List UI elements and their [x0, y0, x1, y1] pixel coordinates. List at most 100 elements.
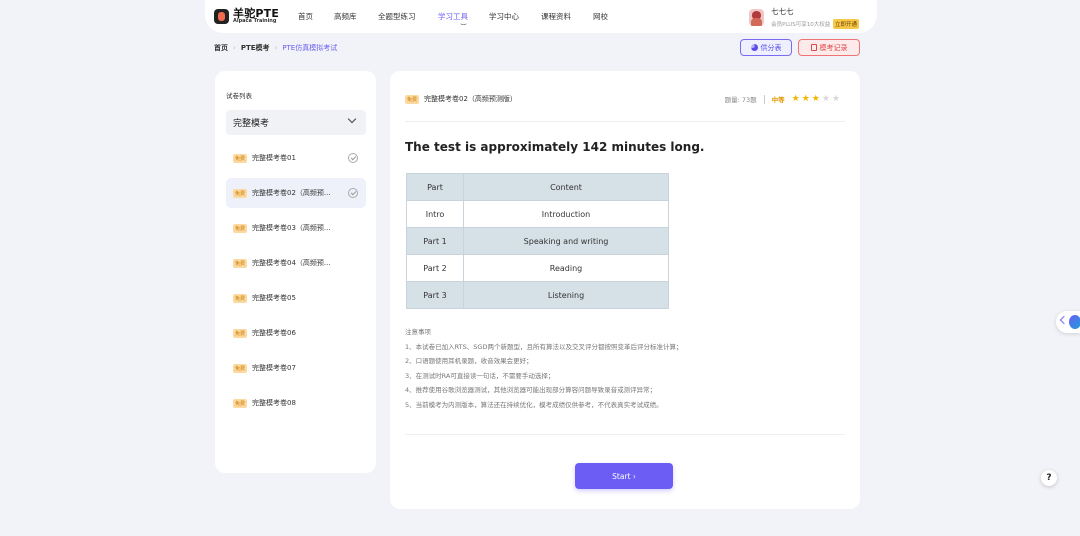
star-icon: ★	[801, 94, 810, 104]
free-badge: 免费	[233, 258, 248, 268]
breadcrumb-separator-icon: ›	[274, 44, 278, 52]
list-item[interactable]: 免费 完整模考卷04（高频预...	[226, 248, 366, 278]
open-plus-button[interactable]: 立即开通	[832, 19, 859, 29]
list-item[interactable]: 免费 完整模考卷07	[226, 353, 366, 383]
free-badge: 免费	[233, 223, 248, 233]
table-row: Intro Introduction	[406, 200, 669, 228]
table-header-row: Part Content	[406, 173, 669, 201]
nav-item-all-types[interactable]: 全题型练习	[378, 11, 438, 22]
start-button[interactable]: Start ›	[575, 463, 673, 489]
column-header: Content	[463, 173, 669, 201]
divider	[405, 121, 845, 122]
main-nav: 首页 高频库 全题型练习 学习工具 ︶ 学习中心 课程资料 网校	[298, 11, 623, 31]
free-badge: 免费	[233, 363, 248, 373]
check-circle-icon	[348, 188, 358, 198]
list-item[interactable]: 免费 完整模考卷08	[226, 388, 366, 418]
sidebar-title: 试卷列表	[226, 92, 252, 100]
list-item[interactable]: 免费 完整模考卷05	[226, 283, 366, 313]
free-badge: 免费	[233, 188, 248, 198]
paper-title: 完整模考卷02（高频预测版）	[424, 95, 517, 103]
nav-item-study-center[interactable]: 学习中心	[489, 11, 541, 22]
avatar[interactable]	[749, 9, 765, 26]
note-item: 1、本试卷已加入RTS、SGD两个新题型，且所有算法以及交叉评分都按照变革后评分…	[405, 342, 683, 351]
paper-label: 完整模考卷01	[252, 154, 296, 162]
note-item: 2、口语题使用耳机录题，收音效果会更好；	[405, 357, 533, 365]
free-badge: 免费	[233, 293, 248, 303]
table-cell: Part 1	[406, 227, 464, 255]
score-table-label: 供分表	[760, 43, 782, 52]
user-name: 七七七	[771, 7, 794, 16]
breadcrumb-home[interactable]: 首页	[214, 43, 228, 53]
free-badge: 免费	[405, 94, 420, 104]
floating-assistant-widget[interactable]	[1056, 311, 1080, 333]
column-header: Part	[406, 173, 464, 201]
chevron-down-icon	[347, 114, 357, 124]
table-row: Part 2 Reading	[406, 254, 669, 282]
notes-title: 注意事项	[405, 328, 431, 336]
paper-label: 完整模考卷02（高频预...	[252, 189, 331, 197]
breadcrumb-current: PTE仿真模拟考试	[282, 44, 338, 52]
exam-record-button[interactable]: 模考记录	[798, 39, 860, 56]
nav-item-study-tools[interactable]: 学习工具 ︶	[438, 11, 489, 31]
paper-label: 完整模考卷08	[252, 399, 296, 407]
table-cell: Speaking and writing	[463, 227, 669, 255]
test-duration-headline: The test is approximately 142 minutes lo…	[405, 140, 705, 154]
free-badge: 免费	[233, 153, 248, 163]
paper-label: 完整模考卷05	[252, 294, 296, 302]
paper-meta: 题量: 73题 中等 ★ ★ ★ ★ ★	[725, 94, 840, 104]
plus-promo-text: 会员PLUS可享10大权益	[771, 22, 831, 28]
notes-section: 注意事项 1、本试卷已加入RTS、SGD两个新题型，且所有算法以及交叉评分都按照…	[405, 325, 682, 412]
table-cell: Part 2	[406, 254, 464, 282]
star-icon: ★	[831, 94, 840, 104]
paper-label: 完整模考卷04（高频预...	[252, 259, 331, 267]
paper-header: 免费 完整模考卷02（高频预测版）	[405, 94, 517, 104]
alpaca-logo-icon	[214, 8, 229, 24]
list-item[interactable]: 免费 完整模考卷01	[226, 143, 366, 173]
note-item: 3、在测试时RA可直接读一句话，不需要手动选择；	[405, 371, 555, 380]
star-icon: ★	[821, 94, 830, 104]
star-icon: ★	[791, 94, 800, 104]
list-item[interactable]: 免费 完整模考卷06	[226, 318, 366, 348]
pie-chart-icon	[750, 44, 758, 51]
exam-type-select[interactable]: 完整模考	[226, 110, 366, 135]
nav-item-course-materials[interactable]: 课程资料	[541, 11, 593, 22]
start-label: Start	[612, 471, 631, 481]
note-item: 5、当前模考为内测版本，算法还在持续优化，模考成绩仅供参考，不代表真实考试成绩。	[405, 400, 663, 409]
score-table-button[interactable]: 供分表	[740, 39, 792, 56]
table-cell: Introduction	[463, 200, 669, 228]
paper-list: 免费 完整模考卷01 免费 完整模考卷02（高频预... 免费 完整模考卷03（…	[226, 143, 366, 423]
note-item: 4、推荐使用谷歌浏览器测试，其他浏览器可能出现部分算容问题导致录音或测评异常；	[405, 386, 657, 394]
paper-label: 完整模考卷03（高频预...	[252, 224, 331, 232]
table-cell: Intro	[406, 200, 464, 228]
help-button[interactable]: ?	[1041, 470, 1057, 486]
list-item[interactable]: 免费 完整模考卷02（高频预...	[226, 178, 366, 208]
list-item[interactable]: 免费 完整模考卷03（高频预...	[226, 213, 366, 243]
star-icon: ★	[811, 94, 820, 104]
user-menu[interactable]: 七七七 会员PLUS可享10大权益 立即开通	[749, 6, 859, 29]
paper-label: 完整模考卷06	[252, 329, 296, 337]
breadcrumb: 首页 › PTE模考 › PTE仿真模拟考试	[214, 43, 337, 53]
top-nav-bar: 羊驼PTE Alpaca Training 首页 高频库 全题型练习 学习工具 …	[205, 0, 877, 33]
logo[interactable]: 羊驼PTE Alpaca Training	[214, 8, 279, 24]
free-badge: 免费	[233, 398, 248, 408]
breadcrumb-section[interactable]: PTE模考	[241, 43, 270, 53]
nav-item-frequent-bank[interactable]: 高频库	[334, 11, 378, 22]
brand-subtitle: Alpaca Training	[233, 18, 277, 24]
paper-list-sidebar: 试卷列表 完整模考 免费 完整模考卷01 免费 完整模考卷02（高频预... 免…	[215, 71, 376, 473]
table-row: Part 1 Speaking and writing	[406, 227, 669, 255]
nav-item-label: 学习工具	[438, 12, 468, 21]
exam-record-label: 模考记录	[819, 43, 848, 52]
nav-item-online-school[interactable]: 网校	[593, 11, 623, 22]
test-parts-table: Part Content Intro Introduction Part 1 S…	[406, 173, 669, 309]
table-row: Part 3 Listening	[406, 281, 669, 309]
chevron-right-icon: ›	[630, 471, 636, 481]
exam-detail-panel: 免费 完整模考卷02（高频预测版） 题量: 73题 中等 ★ ★ ★ ★ ★ T…	[390, 71, 860, 509]
breadcrumb-separator-icon: ›	[233, 44, 236, 52]
difficulty-level: 中等	[771, 96, 785, 104]
question-mark-icon: ?	[1046, 473, 1052, 483]
check-circle-icon	[348, 153, 358, 163]
table-cell: Part 3	[406, 281, 464, 309]
nav-item-home[interactable]: 首页	[298, 11, 334, 22]
question-count: 题量: 73题	[724, 96, 757, 104]
paper-label: 完整模考卷07	[252, 364, 296, 372]
